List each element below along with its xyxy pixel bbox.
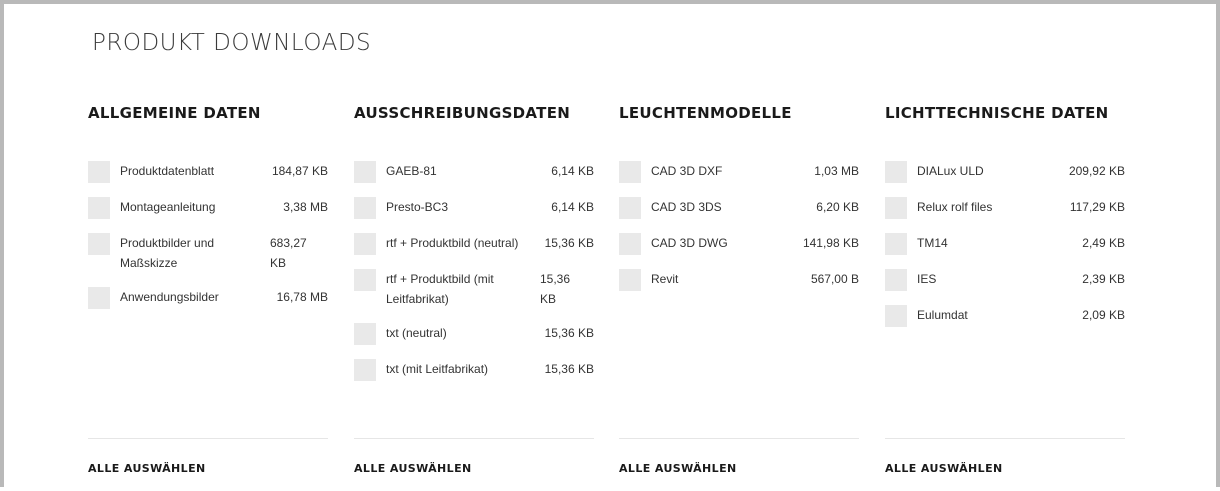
file-name: IES: [917, 272, 937, 286]
file-row[interactable]: CAD 3D 3DS 6,20 KB: [619, 197, 859, 219]
checkbox[interactable]: [88, 161, 110, 183]
file-row[interactable]: CAD 3D DWG 141,98 KB: [619, 233, 859, 255]
file-size: 2,49 KB: [1082, 236, 1125, 250]
file-name: Produktdatenblatt: [120, 164, 215, 178]
file-name: txt (mit Leitfabrikat): [386, 362, 489, 376]
file-row[interactable]: GAEB-81 6,14 KB: [354, 161, 594, 183]
checkbox[interactable]: [885, 269, 907, 291]
file-row[interactable]: rtf + Produktbild (neutral) 15,36 KB: [354, 233, 594, 255]
file-size: 15,36 KB: [544, 362, 594, 376]
file-name: DIALux ULD: [917, 164, 984, 178]
checkbox[interactable]: [88, 197, 110, 219]
file-size: 3,38 MB: [283, 200, 328, 214]
file-row[interactable]: Revit 567,00 B: [619, 269, 859, 291]
file-row[interactable]: Montageanleitung 3,38 MB: [88, 197, 328, 219]
checkbox[interactable]: [885, 197, 907, 219]
checkbox[interactable]: [354, 359, 376, 381]
file-name: Anwendungsbilder: [120, 290, 219, 304]
file-size: 2,09 KB: [1082, 308, 1125, 322]
file-size: 2,39 KB: [1082, 272, 1125, 286]
column-heading: LICHTTECHNISCHE DATEN: [885, 104, 1109, 122]
file-name: TM14: [917, 236, 948, 250]
checkbox[interactable]: [354, 233, 376, 255]
file-size: 6,14 KB: [551, 164, 594, 178]
checkbox[interactable]: [885, 161, 907, 183]
file-size: 567,00 B: [810, 272, 859, 286]
column-lichttechnische-daten: LICHTTECHNISCHE DATEN DIALux ULD 209,92 …: [885, 103, 1125, 491]
file-name: Montageanleitung: [120, 200, 216, 214]
divider: [619, 438, 859, 439]
file-row[interactable]: IES 2,39 KB: [885, 269, 1125, 291]
checkbox[interactable]: [619, 269, 641, 291]
file-name: Produktbilder und Maßskizze: [120, 236, 215, 270]
page-title: PRODUKT DOWNLOADS: [92, 30, 372, 56]
column-heading: AUSSCHREIBUNGSDATEN: [354, 104, 571, 122]
checkbox[interactable]: [885, 233, 907, 255]
downloads-panel: PRODUKT DOWNLOADS ALLGEMEINE DATEN Produ…: [0, 0, 1220, 487]
file-list: Produktdatenblatt 184,87 KB Montageanlei…: [88, 161, 328, 309]
select-all-button[interactable]: ALLE AUSWÄHLEN: [619, 462, 737, 475]
column-heading: ALLGEMEINE DATEN: [88, 104, 261, 122]
file-name: Eulumdat: [917, 308, 968, 322]
checkbox[interactable]: [88, 287, 110, 309]
checkbox[interactable]: [354, 161, 376, 183]
file-size: 15,36 KB: [544, 236, 594, 250]
column-allgemeine-daten: ALLGEMEINE DATEN Produktdatenblatt 184,8…: [88, 103, 328, 491]
file-size: 209,92 KB: [1068, 164, 1125, 178]
file-row[interactable]: Relux rolf files 117,29 KB: [885, 197, 1125, 219]
file-size: 6,20 KB: [816, 200, 859, 214]
divider: [354, 438, 594, 439]
checkbox[interactable]: [619, 197, 641, 219]
select-all-button[interactable]: ALLE AUSWÄHLEN: [88, 462, 206, 475]
file-row[interactable]: CAD 3D DXF 1,03 MB: [619, 161, 859, 183]
file-size: 141,98 KB: [802, 236, 859, 250]
file-row[interactable]: TM14 2,49 KB: [885, 233, 1125, 255]
checkbox[interactable]: [619, 233, 641, 255]
file-row[interactable]: txt (neutral) 15,36 KB: [354, 323, 594, 345]
file-row[interactable]: Produktdatenblatt 184,87 KB: [88, 161, 328, 183]
divider: [88, 438, 328, 439]
select-all-button[interactable]: ALLE AUSWÄHLEN: [354, 462, 472, 475]
file-name: Revit: [651, 272, 679, 286]
checkbox[interactable]: [619, 161, 641, 183]
column-heading: LEUCHTENMODELLE: [619, 104, 792, 122]
checkbox[interactable]: [88, 233, 110, 255]
checkbox[interactable]: [354, 269, 376, 291]
file-row[interactable]: Presto-BC3 6,14 KB: [354, 197, 594, 219]
column-leuchtenmodelle: LEUCHTENMODELLE CAD 3D DXF 1,03 MB CAD 3…: [619, 103, 859, 491]
file-row[interactable]: txt (mit Leitfabrikat) 15,36 KB: [354, 359, 594, 381]
file-name: Presto-BC3: [386, 200, 449, 214]
file-list: DIALux ULD 209,92 KB Relux rolf files 11…: [885, 161, 1125, 327]
file-size: 117,29 KB: [1069, 200, 1125, 214]
file-name: CAD 3D 3DS: [651, 200, 722, 214]
file-row[interactable]: Produktbilder und Maßskizze 683,27 KB: [88, 233, 328, 273]
file-name: rtf + Produktbild (neutral): [386, 236, 519, 250]
file-row[interactable]: Anwendungsbilder 16,78 MB: [88, 287, 328, 309]
select-all-button[interactable]: ALLE AUSWÄHLEN: [885, 462, 1003, 475]
column-ausschreibungsdaten: AUSSCHREIBUNGSDATEN GAEB-81 6,14 KB Pres…: [354, 103, 594, 491]
file-size: 184,87 KB: [271, 164, 328, 178]
checkbox[interactable]: [354, 323, 376, 345]
file-name: txt (neutral): [386, 326, 447, 340]
file-size: 15,36 KB: [540, 272, 571, 306]
file-row[interactable]: DIALux ULD 209,92 KB: [885, 161, 1125, 183]
file-size: 683,27 KB: [270, 236, 307, 270]
checkbox[interactable]: [354, 197, 376, 219]
file-name: Relux rolf files: [917, 200, 993, 214]
file-size: 15,36 KB: [544, 326, 594, 340]
file-size: 16,78 MB: [276, 290, 328, 304]
file-row[interactable]: rtf + Produktbild (mit Leitfabrikat) 15,…: [354, 269, 594, 309]
file-name: CAD 3D DXF: [651, 164, 723, 178]
file-size: 1,03 MB: [814, 164, 859, 178]
divider: [885, 438, 1125, 439]
file-size: 6,14 KB: [551, 200, 594, 214]
file-name: rtf + Produktbild (mit Leitfabrikat): [386, 272, 494, 306]
file-list: CAD 3D DXF 1,03 MB CAD 3D 3DS 6,20 KB CA…: [619, 161, 859, 291]
file-name: GAEB-81: [386, 164, 437, 178]
file-list: GAEB-81 6,14 KB Presto-BC3 6,14 KB rtf +…: [354, 161, 594, 381]
file-name: CAD 3D DWG: [651, 236, 728, 250]
file-row[interactable]: Eulumdat 2,09 KB: [885, 305, 1125, 327]
checkbox[interactable]: [885, 305, 907, 327]
